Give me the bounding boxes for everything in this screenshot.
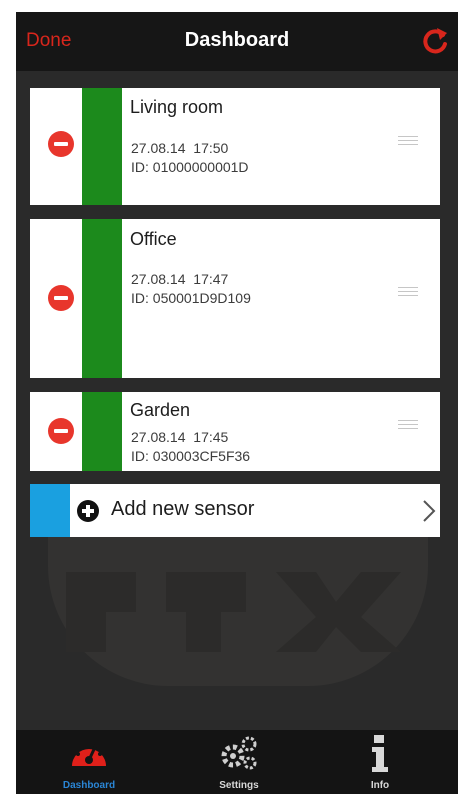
speedometer-icon: [72, 743, 106, 766]
app-screen: Done Dashboard Living room 27.08.14 17:5…: [16, 12, 458, 794]
sensor-timestamp: 27.08.14 17:45: [131, 429, 229, 445]
drag-handle-icon[interactable]: [398, 420, 418, 430]
drag-handle-icon[interactable]: [398, 136, 418, 146]
tab-dashboard[interactable]: Dashboard: [39, 730, 139, 794]
page-title: Dashboard: [184, 29, 290, 51]
refresh-icon[interactable]: [420, 25, 450, 57]
tab-bar: Dashboard Settings Info: [16, 730, 458, 794]
remove-sensor-button[interactable]: [48, 418, 74, 444]
tab-settings[interactable]: Settings: [189, 730, 289, 794]
remove-sensor-button[interactable]: [48, 285, 74, 311]
sensor-card[interactable]: Office 27.08.14 17:47 ID: 050001D9D109: [30, 219, 440, 378]
add-sensor-label: Add new sensor: [111, 498, 255, 520]
add-sensor-button[interactable]: Add new sensor: [30, 484, 440, 537]
tab-label: Dashboard: [62, 780, 116, 791]
sensor-id: ID: 050001D9D109: [131, 290, 251, 306]
sensor-card[interactable]: Living room 27.08.14 17:50 ID: 010000000…: [30, 88, 440, 205]
gears-icon: [221, 736, 257, 770]
sensor-card[interactable]: Garden 27.08.14 17:45 ID: 030003CF5F36: [30, 392, 440, 471]
sensor-timestamp: 27.08.14 17:50: [131, 140, 229, 156]
sensor-name: Office: [130, 229, 177, 249]
sensor-status-indicator: [82, 219, 122, 378]
tab-label: Settings: [219, 780, 259, 791]
remove-sensor-button[interactable]: [48, 131, 74, 157]
sensor-id: ID: 01000000001D: [131, 159, 249, 175]
info-icon: [372, 735, 388, 772]
drag-handle-icon[interactable]: [398, 287, 418, 297]
chevron-right-icon: [423, 500, 436, 522]
navigation-bar: Done Dashboard: [16, 12, 458, 71]
tab-info[interactable]: Info: [330, 730, 430, 794]
add-sensor-accent: [30, 484, 70, 537]
sensor-name: Garden: [130, 400, 191, 420]
sensor-id: ID: 030003CF5F36: [131, 448, 251, 464]
sensor-timestamp: 27.08.14 17:47: [131, 271, 229, 287]
sensor-name: Living room: [130, 97, 224, 117]
sensor-status-indicator: [82, 392, 122, 471]
plus-icon: [77, 500, 99, 522]
tab-label: Info: [370, 780, 390, 791]
sensor-status-indicator: [82, 88, 122, 205]
